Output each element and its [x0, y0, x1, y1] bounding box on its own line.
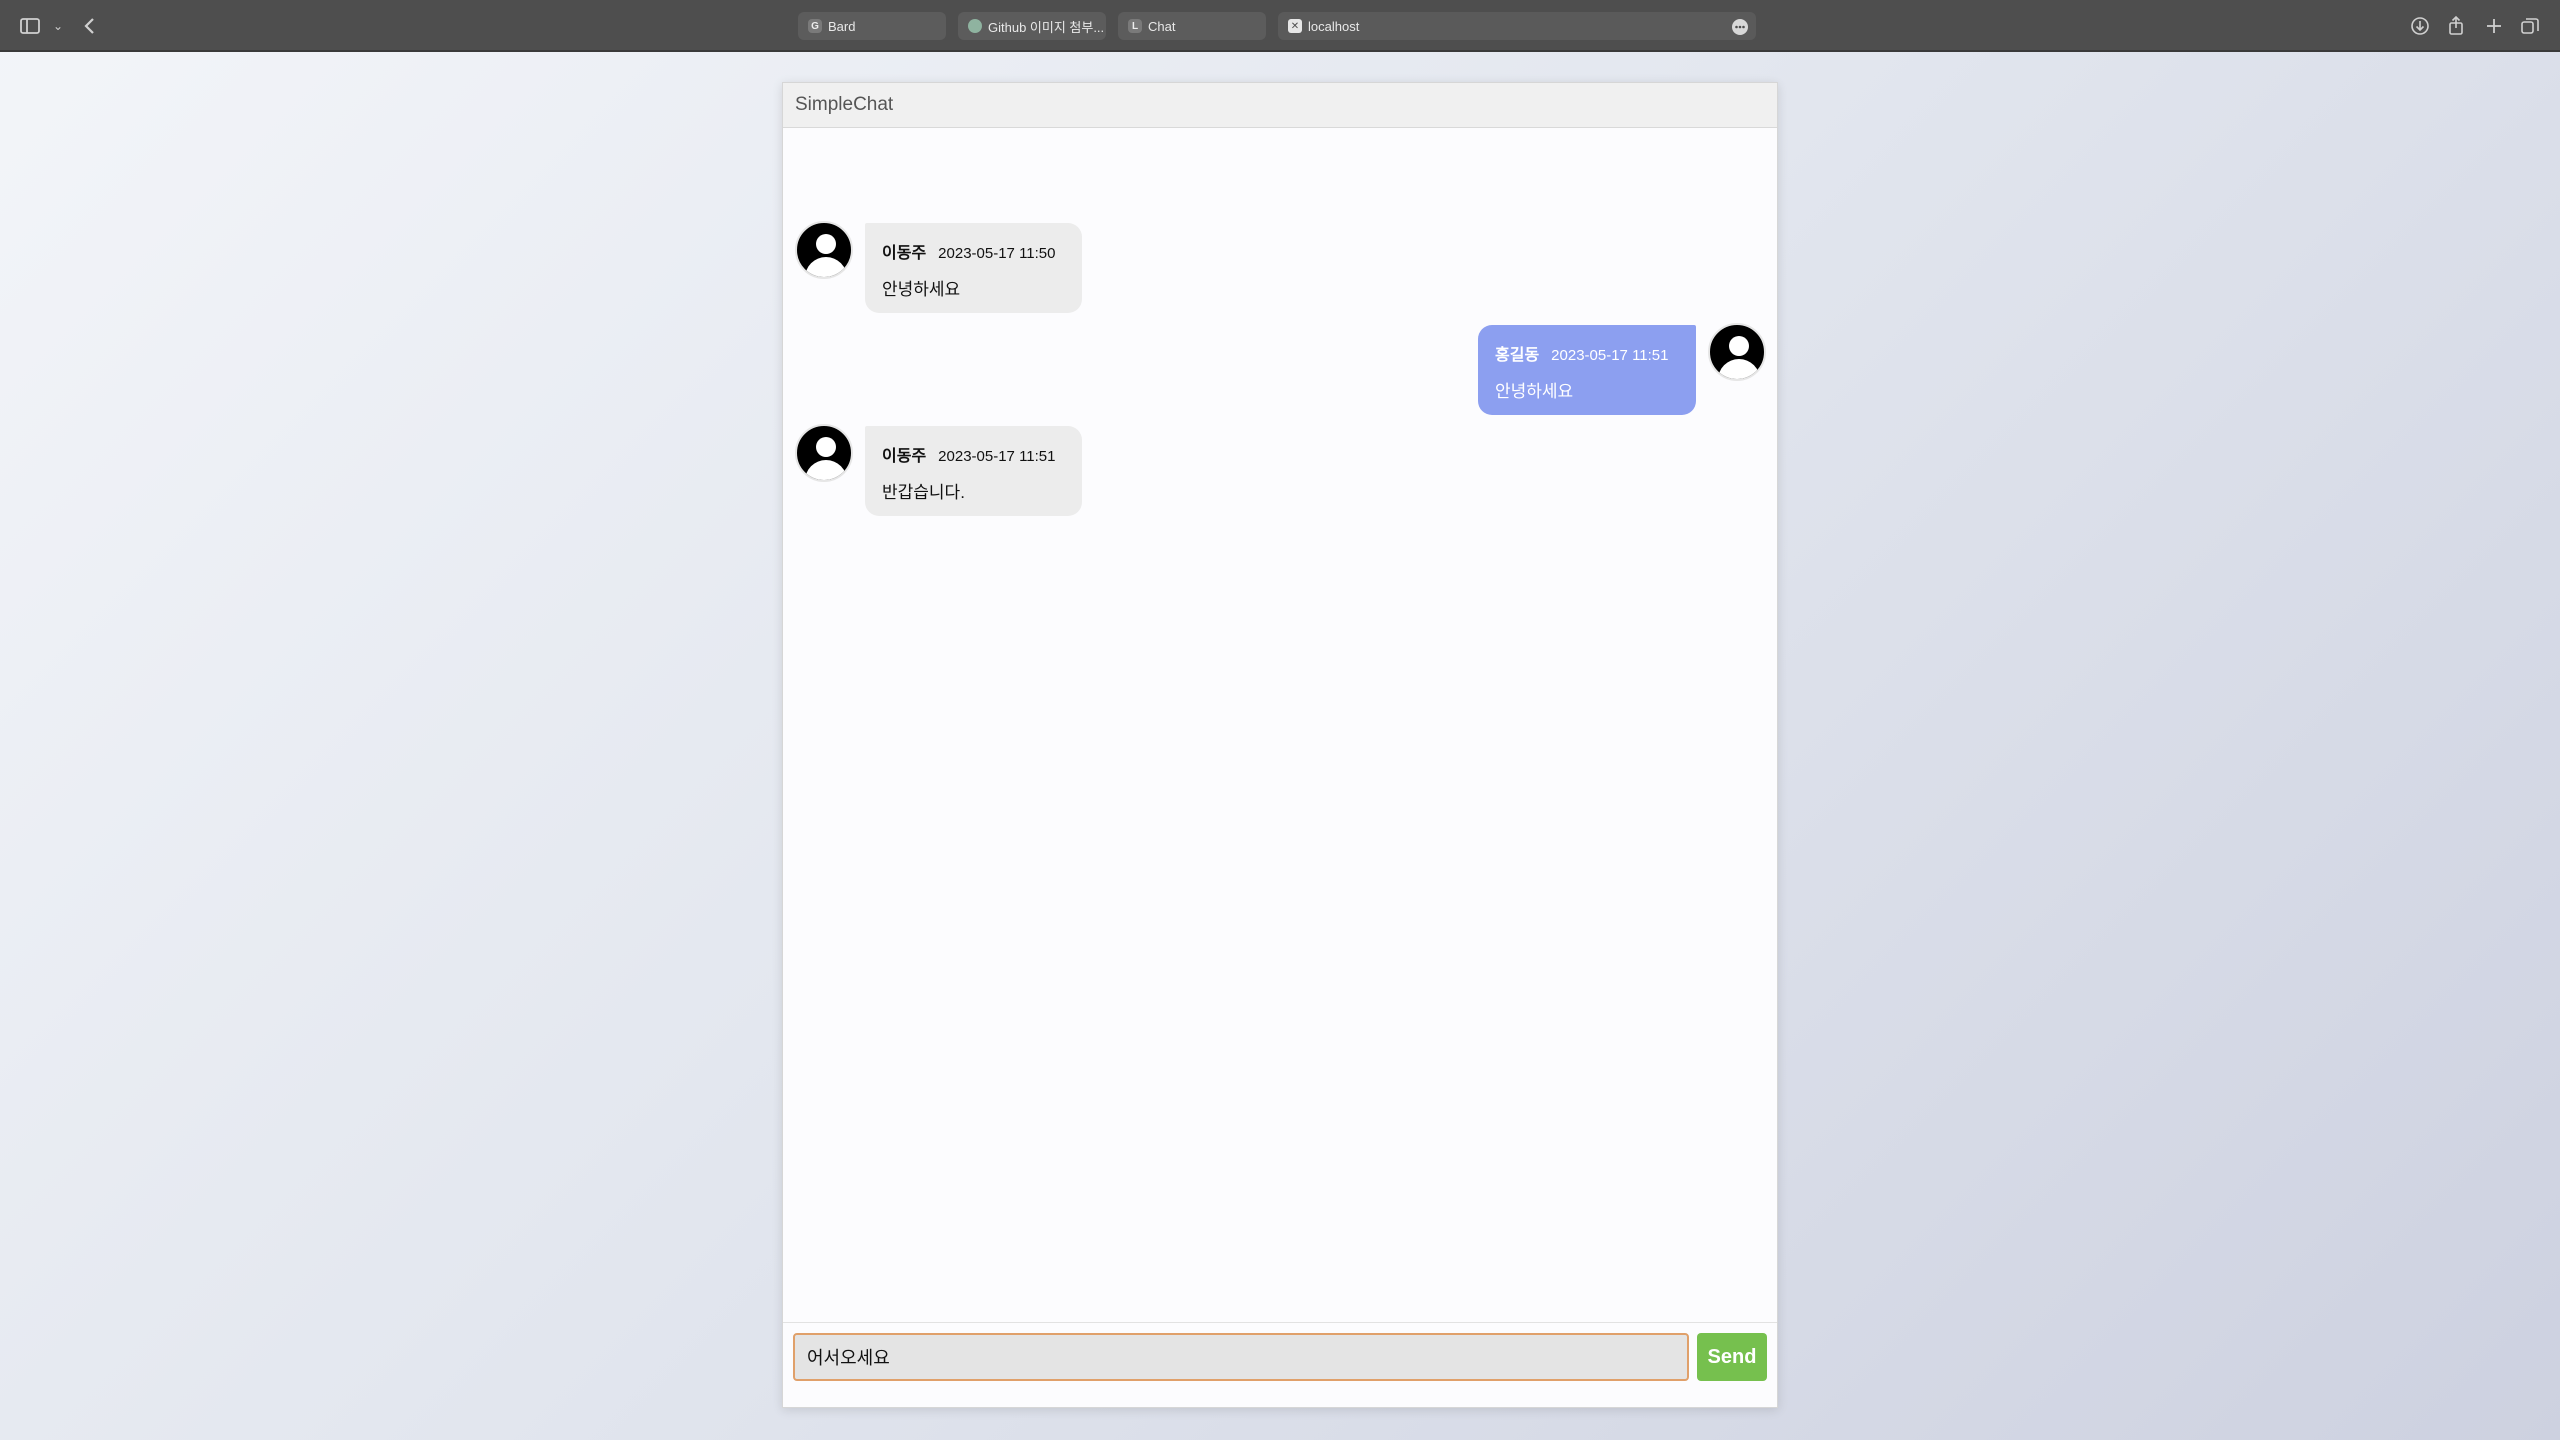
tab-label: Github 이미지 첨부...	[988, 19, 1105, 35]
tab-label: Chat	[1148, 18, 1176, 34]
more-options-icon[interactable]	[1732, 19, 1748, 35]
tab-label: localhost	[1308, 18, 1360, 34]
message-timestamp: 2023-05-17 11:51	[1551, 347, 1669, 364]
message-text: 반갑습니다.	[882, 483, 965, 502]
send-button[interactable]: Send	[1697, 1333, 1767, 1381]
close-tab-icon[interactable]: ✕	[1288, 19, 1302, 33]
back-arrow-icon[interactable]	[78, 14, 102, 38]
sidebar-toggle-icon[interactable]	[18, 14, 42, 38]
github-favicon-icon	[968, 19, 982, 33]
message-list[interactable]: 이동주 2023-05-17 11:50 안녕하세요 홍길동 2023-05-1…	[783, 129, 1777, 1323]
message-sender: 이동주	[882, 448, 927, 465]
tab-chat[interactable]: L Chat	[1118, 12, 1266, 40]
message-bubble: 이동주 2023-05-17 11:50 안녕하세요	[865, 223, 1082, 313]
avatar-icon	[795, 424, 853, 482]
message-timestamp: 2023-05-17 11:50	[938, 245, 1056, 262]
tab-label: Bard	[828, 18, 856, 34]
message-text: 안녕하세요	[1495, 382, 1574, 401]
message-sender: 이동주	[882, 245, 927, 262]
avatar-icon	[1708, 323, 1766, 381]
download-icon[interactable]	[2408, 14, 2432, 38]
message-timestamp: 2023-05-17 11:51	[938, 448, 1056, 465]
app-title: SimpleChat	[783, 83, 1777, 128]
message-text: 안녕하세요	[882, 280, 961, 299]
browser-toolbar: ⌄ G Bard Github 이미지 첨부... L Chat ✕ local…	[0, 0, 2560, 52]
chat-favicon-icon: L	[1128, 19, 1142, 33]
tab-overview-icon[interactable]	[2518, 14, 2542, 38]
tab-localhost[interactable]: ✕ localhost	[1278, 12, 1756, 40]
chevron-down-icon[interactable]: ⌄	[46, 14, 70, 38]
share-icon[interactable]	[2444, 14, 2468, 38]
message-bubble-own: 홍길동 2023-05-17 11:51 안녕하세요	[1478, 325, 1696, 415]
bard-favicon-icon: G	[808, 19, 822, 33]
tab-bard[interactable]: G Bard	[798, 12, 946, 40]
message-sender: 홍길동	[1495, 347, 1540, 364]
chat-window: SimpleChat 이동주 2023-05-17 11:50 안녕하세요 홍길…	[782, 82, 1778, 1408]
message-bubble: 이동주 2023-05-17 11:51 반갑습니다.	[865, 426, 1082, 516]
message-input[interactable]	[793, 1333, 1689, 1381]
avatar-icon	[795, 221, 853, 279]
tab-github[interactable]: Github 이미지 첨부...	[958, 12, 1106, 40]
new-tab-plus-icon[interactable]	[2482, 14, 2506, 38]
composer-bar: Send	[783, 1322, 1777, 1407]
